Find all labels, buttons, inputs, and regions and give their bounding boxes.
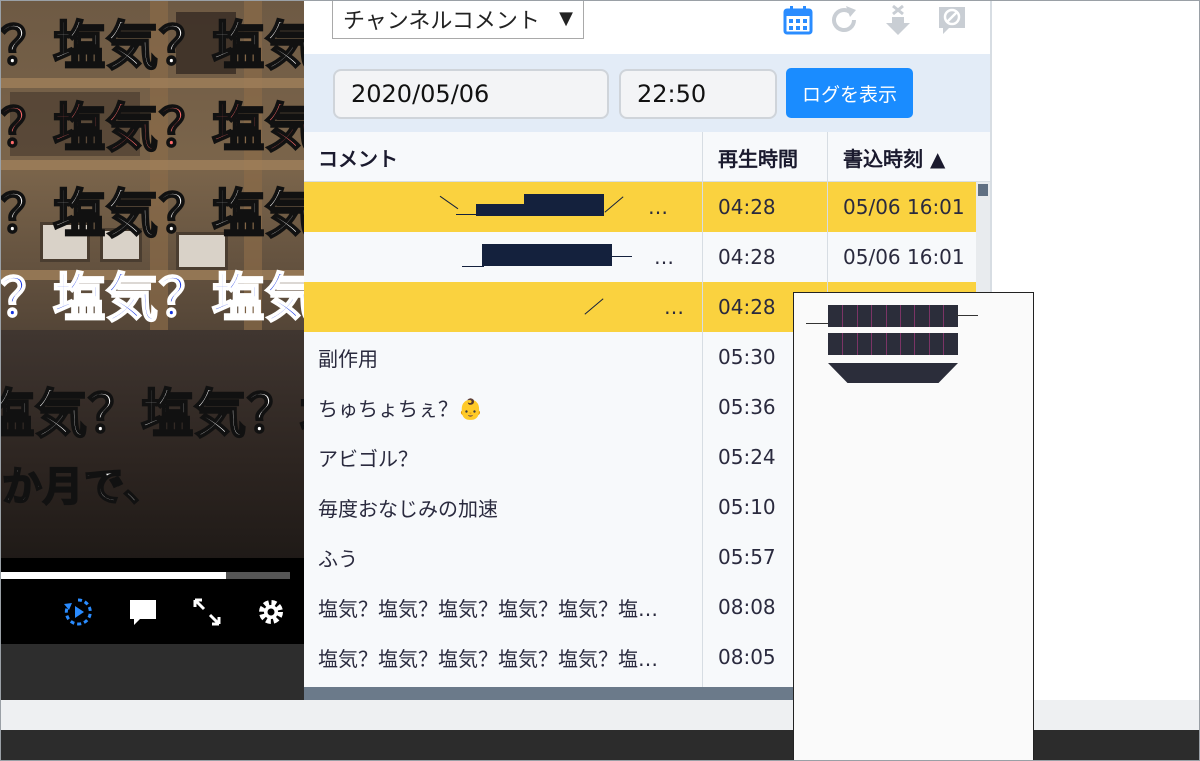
ascii-art-segment <box>871 305 873 327</box>
ascii-art-stroke <box>462 266 484 267</box>
channel-select-value: チャンネルコメント <box>343 8 540 34</box>
playback-time-cell: 04:28 <box>718 195 776 219</box>
calendar-icon[interactable] <box>780 2 816 38</box>
column-header-playback-time[interactable]: 再生時間 <box>704 132 798 182</box>
chevron-down-icon: ▼ <box>559 8 573 29</box>
ascii-art-segment <box>943 305 945 327</box>
seek-bar[interactable] <box>0 572 290 579</box>
ascii-art-segment <box>900 305 901 327</box>
ascii-art-segment <box>856 305 858 327</box>
table-row[interactable]: … 04:28 05/06 16:01 <box>304 232 976 282</box>
more-indicator: … <box>664 295 684 319</box>
ascii-art-block <box>482 244 612 266</box>
gear-icon[interactable] <box>253 594 289 630</box>
mute-comment-icon[interactable] <box>934 2 970 38</box>
fullscreen-icon[interactable] <box>189 594 225 630</box>
show-log-button[interactable]: ログを表示 <box>786 68 913 118</box>
ascii-art-stroke <box>456 214 476 215</box>
seek-bar-progress <box>0 572 227 579</box>
scrollbar-thumb[interactable] <box>978 184 988 196</box>
scene-shelf <box>0 160 304 170</box>
ascii-art-block <box>828 363 958 383</box>
time-input[interactable]: 22:50 <box>619 69 777 119</box>
ascii-art-segment <box>928 333 930 355</box>
column-header-write-time[interactable]: 書込時刻 ▲ <box>829 132 945 182</box>
ascii-art-segment <box>914 333 916 355</box>
panel-toolbar: チャンネルコメント ▼ <box>304 0 990 54</box>
more-indicator: … <box>654 245 674 269</box>
write-time-cell: 05/06 16:01 <box>843 195 965 219</box>
replay-icon[interactable] <box>60 594 96 630</box>
danmaku-comment: ？塩気？塩気？塩 <box>0 98 304 160</box>
refresh-icon[interactable] <box>826 2 862 38</box>
channel-select[interactable]: チャンネルコメント ▼ <box>332 0 584 39</box>
ascii-art-segment <box>842 333 844 355</box>
comment-cell: 塩気？塩気？塩気？塩気？塩気？塩… <box>318 596 658 621</box>
comment-cell: 塩気？塩気？塩気？塩気？塩気？塩… <box>318 646 658 671</box>
ascii-art-segment <box>928 305 930 327</box>
comment-cell: アビゴル？ <box>318 446 418 471</box>
ascii-art-segment <box>885 305 887 327</box>
ascii-art-segment <box>871 333 873 355</box>
download-close-icon[interactable] <box>880 2 916 38</box>
player-footer <box>0 644 304 700</box>
ascii-art-stroke <box>610 256 632 257</box>
danmaku-comment: ？塩気？塩気？塩 <box>0 16 304 78</box>
ascii-art-block <box>828 333 958 355</box>
ascii-art-block <box>476 204 604 216</box>
ascii-art-block <box>524 194 604 204</box>
danmaku-comment: 塩気？塩気？塩気 <box>0 384 304 446</box>
ascii-art-block <box>828 305 958 327</box>
date-input[interactable]: 2020/05/06 <box>333 69 609 119</box>
ascii-art-segment <box>885 333 887 355</box>
ascii-art-segment <box>943 333 945 355</box>
comment-cell: 副作用 <box>318 346 378 371</box>
date-filter-bar: 2020/05/06 22:50 ログを表示 <box>304 54 990 132</box>
more-indicator: … <box>648 195 668 219</box>
ascii-art-segment <box>842 305 844 327</box>
video-subtitle: か月で、 <box>1 463 165 511</box>
ascii-art-segment <box>900 333 901 355</box>
comment-cell: 毎度おなじみの加速 <box>318 496 498 521</box>
table-header: コメント 再生時間 書込時刻 ▲ <box>304 132 990 182</box>
ascii-art-segment <box>914 305 916 327</box>
ascii-art-segment <box>856 333 858 355</box>
comment-cell: ちゅちょちぇ？👶 <box>318 396 483 421</box>
danmaku-comment: ？塩気？塩気？塩 <box>0 268 304 330</box>
comment-cell: ふう <box>318 546 358 571</box>
comment-cell <box>304 282 702 332</box>
column-divider <box>702 132 703 700</box>
danmaku-comment: ？塩気？塩気？塩 <box>0 184 304 246</box>
comment-preview-popup <box>793 292 1034 761</box>
comment-icon[interactable] <box>125 594 161 630</box>
video-player[interactable]: ？塩気？塩気？塩 ？塩気？塩気？塩 ？塩気？塩気？塩 ？塩気？塩気？塩 塩気？塩… <box>0 0 304 700</box>
table-row[interactable]: … 04:28 05/06 16:01 <box>304 182 976 232</box>
ascii-art-stroke <box>956 315 978 316</box>
ascii-art-stroke <box>806 323 830 324</box>
write-time-cell: 05/06 16:01 <box>843 245 965 269</box>
player-controls <box>0 584 304 640</box>
column-header-comment[interactable]: コメント <box>304 132 398 182</box>
video-frame[interactable]: ？塩気？塩気？塩 ？塩気？塩気？塩 ？塩気？塩気？塩 ？塩気？塩気？塩 塩気？塩… <box>0 0 304 558</box>
playback-time-cell: 04:28 <box>718 245 776 269</box>
